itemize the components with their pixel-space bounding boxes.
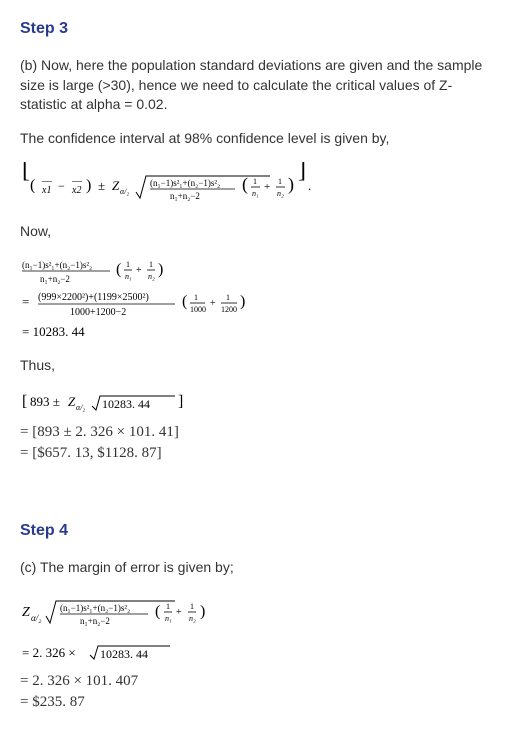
svg-text:Z: Z (112, 178, 120, 193)
svg-text:(n₁−1)s²₁+(n₂−1)s²₂: (n₁−1)s²₁+(n₂−1)s²₂ (60, 603, 130, 613)
svg-text:[: [ (22, 393, 27, 410)
step3-ci-text: The confidence interval at 98% confidenc… (20, 129, 493, 149)
svg-text:=: = (22, 294, 29, 309)
svg-text:1: 1 (226, 293, 230, 302)
pooled-variance-calc: (n₁−1)s²₁+(n₂−1)s²₂ n₁+n₂−2 ( 1 n₁ + 1 n… (20, 256, 493, 346)
svg-text:]: ] (298, 162, 306, 183)
svg-text:+: + (264, 181, 270, 193)
svg-text:10283. 44: 10283. 44 (100, 647, 148, 661)
svg-text:1: 1 (166, 602, 170, 611)
svg-text:(n₁−1)s²₁+(n₂−1)s²₂: (n₁−1)s²₁+(n₂−1)s²₂ (22, 260, 92, 270)
ci-formula: [ ( — x1 − — x2 ) ± Z α/₂ (n₁−1)s²₁+(n₂−… (20, 162, 493, 212)
svg-text:[: [ (22, 162, 30, 183)
moe-calc-line2: = 2. 326 × 101. 407 (20, 673, 493, 690)
svg-text:α/₂: α/₂ (31, 613, 41, 623)
now-label: Now, (20, 222, 493, 242)
svg-text:(: ( (30, 177, 35, 194)
svg-text:Z: Z (68, 394, 76, 409)
step4-section: Step 4 (c) The margin of error is given … (20, 522, 493, 712)
moe-formula: Z α/₂ (n₁−1)s²₁+(n₂−1)s²₂ n₁+n₂−2 ( 1 n₁… (20, 591, 493, 631)
svg-text:(: ( (116, 261, 121, 278)
moe-calc-line1: = 2. 326 × 10283. 44 (20, 641, 493, 663)
svg-text:]: ] (178, 393, 183, 410)
svg-text:1000: 1000 (190, 305, 206, 314)
svg-text:): ) (288, 174, 294, 195)
step3-intro: (b) Now, here the population standard de… (20, 56, 493, 115)
svg-text:n₂: n₂ (277, 189, 284, 198)
svg-text:Z: Z (22, 605, 30, 620)
svg-text:(: ( (182, 293, 187, 310)
svg-text:): ) (86, 177, 91, 194)
svg-text:1: 1 (126, 260, 130, 269)
svg-text:1: 1 (190, 602, 194, 611)
svg-text:1: 1 (253, 177, 257, 186)
svg-text:(: ( (242, 174, 248, 195)
svg-text:1000+1200−2: 1000+1200−2 (70, 307, 126, 318)
svg-text:10283. 44: 10283. 44 (102, 397, 150, 411)
svg-text:α/₂: α/₂ (120, 187, 129, 196)
svg-text:= 10283. 44: = 10283. 44 (22, 324, 85, 339)
svg-text:n₁+n₂−2: n₁+n₂−2 (80, 616, 110, 626)
step3-section: Step 3 (b) Now, here the population stan… (20, 20, 493, 462)
step4-title: Step 4 (20, 522, 493, 540)
ci-result: [ 893 ± Z α/₂ 10283. 44 ] (20, 390, 493, 414)
svg-text:n₁+n₂−2: n₁+n₂−2 (40, 274, 70, 284)
ci-result-line2: = [893 ± 2. 326 × 101. 41] (20, 424, 493, 441)
svg-text:.: . (308, 178, 311, 193)
svg-text:±: ± (98, 178, 105, 193)
svg-text:): ) (200, 603, 205, 620)
moe-calc-line3: = $235. 87 (20, 694, 493, 711)
svg-text:= 2. 326 ×: = 2. 326 × (22, 645, 76, 660)
svg-text:1: 1 (149, 260, 153, 269)
svg-text:n₁: n₁ (125, 272, 132, 281)
svg-text:): ) (240, 293, 245, 310)
ci-result-line3: = [$657. 13, $1128. 87] (20, 445, 493, 462)
svg-text:(: ( (155, 603, 160, 620)
svg-text:+: + (136, 265, 142, 276)
svg-text:): ) (158, 261, 163, 278)
svg-text:1200: 1200 (221, 305, 237, 314)
svg-text:−: − (58, 179, 65, 193)
svg-text:n₁+n₂−2: n₁+n₂−2 (170, 191, 200, 201)
svg-text:x2: x2 (71, 185, 81, 196)
svg-text:893 ±: 893 ± (30, 394, 60, 409)
svg-text:+: + (176, 607, 182, 618)
svg-text:n₁: n₁ (252, 189, 259, 198)
svg-text:(n₁−1)s²₁+(n₂−1)s²₂: (n₁−1)s²₁+(n₂−1)s²₂ (150, 178, 220, 188)
svg-text:n₁: n₁ (165, 614, 172, 623)
step4-intro: (c) The margin of error is given by; (20, 558, 493, 578)
svg-text:+: + (210, 298, 216, 309)
svg-text:1: 1 (194, 293, 198, 302)
svg-text:n₂: n₂ (189, 614, 196, 623)
svg-text:n₂: n₂ (148, 272, 155, 281)
svg-text:α/₂: α/₂ (76, 403, 85, 412)
svg-text:1: 1 (278, 177, 282, 186)
svg-text:x1: x1 (41, 185, 51, 196)
thus-label: Thus, (20, 356, 493, 376)
step3-title: Step 3 (20, 20, 493, 38)
svg-text:(999×2200²)+(1199×2500²): (999×2200²)+(1199×2500²) (38, 292, 149, 303)
